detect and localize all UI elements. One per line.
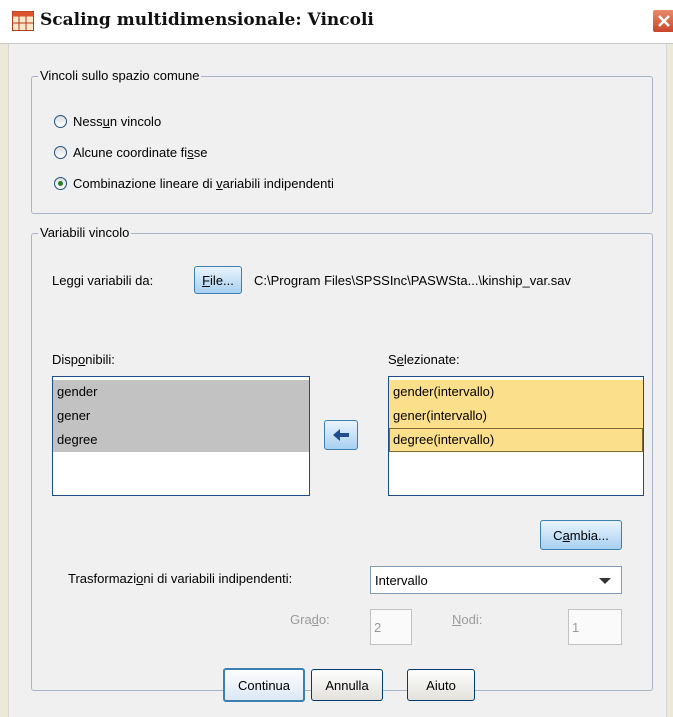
radio-linear-combination[interactable]: Combinazione lineare di variabili indipe…: [54, 176, 334, 191]
close-button[interactable]: [652, 9, 673, 33]
available-variables-list[interactable]: gender gener degree: [52, 376, 310, 496]
dialog-body: Vincoli sullo spazio comune Nessun vinco…: [8, 44, 667, 717]
list-item[interactable]: gender(intervallo): [389, 380, 643, 404]
help-button[interactable]: Aiuto: [407, 669, 475, 701]
constraint-variables-group: Variabili vincolo Leggi variabili da: Fi…: [31, 225, 653, 691]
arrow-left-icon: [333, 429, 349, 441]
selected-variables-list[interactable]: gender(intervallo) gener(intervallo) deg…: [388, 376, 644, 496]
read-variables-label: Leggi variabili da:: [52, 273, 154, 288]
cancel-button[interactable]: Annulla: [311, 669, 383, 701]
transform-select[interactable]: Intervallo: [370, 566, 622, 594]
selected-label: Selezionate:: [388, 352, 460, 367]
knots-input[interactable]: 1: [568, 609, 622, 645]
common-space-constraints-group: Vincoli sullo spazio comune Nessun vinco…: [31, 68, 653, 214]
radio-no-constraint[interactable]: Nessun vincolo: [54, 114, 161, 129]
list-item[interactable]: gener: [53, 404, 309, 428]
list-item[interactable]: gender: [53, 380, 309, 404]
transform-label: Trasformazioni di variabili indipendenti…: [68, 571, 293, 586]
radio-button-checked[interactable]: [54, 177, 67, 190]
list-item[interactable]: degree(intervallo): [389, 428, 643, 452]
list-item[interactable]: degree: [53, 428, 309, 452]
degree-label: Grado:: [290, 612, 330, 627]
change-button[interactable]: Ca mbia...: [540, 520, 622, 550]
knots-label: Nodi:: [452, 612, 483, 627]
close-icon: [658, 15, 670, 27]
group-legend: Variabili vincolo: [38, 225, 132, 240]
radio-label: Nessun vincolo: [73, 114, 162, 129]
list-item[interactable]: gener(intervallo): [389, 404, 643, 428]
radio-label: Alcune coordinate fisse: [73, 145, 208, 160]
radio-button[interactable]: [54, 115, 67, 128]
continue-button[interactable]: Continua: [223, 668, 305, 702]
available-label: Disponibili:: [52, 352, 115, 367]
move-variable-button[interactable]: [324, 420, 358, 450]
radio-some-fixed-coordinates[interactable]: Alcune coordinate fisse: [54, 145, 207, 160]
radio-button[interactable]: [54, 146, 67, 159]
file-path: C:\Program Files\SPSSInc\PASWSta...\kins…: [254, 273, 571, 288]
degree-input[interactable]: 2: [370, 609, 412, 645]
radio-label: Combinazione lineare di variabili indipe…: [73, 176, 334, 191]
group-legend: Vincoli sullo spazio comune: [38, 68, 202, 83]
transform-select-value: Intervallo: [375, 573, 428, 588]
chevron-down-icon: [599, 578, 611, 584]
spss-dialog-icon: [12, 11, 34, 31]
title-bar: Scaling multidimensionale: Vincoli: [0, 0, 673, 44]
window-title: Scaling multidimensionale: Vincoli: [40, 10, 374, 30]
file-button[interactable]: File...: [194, 266, 242, 294]
